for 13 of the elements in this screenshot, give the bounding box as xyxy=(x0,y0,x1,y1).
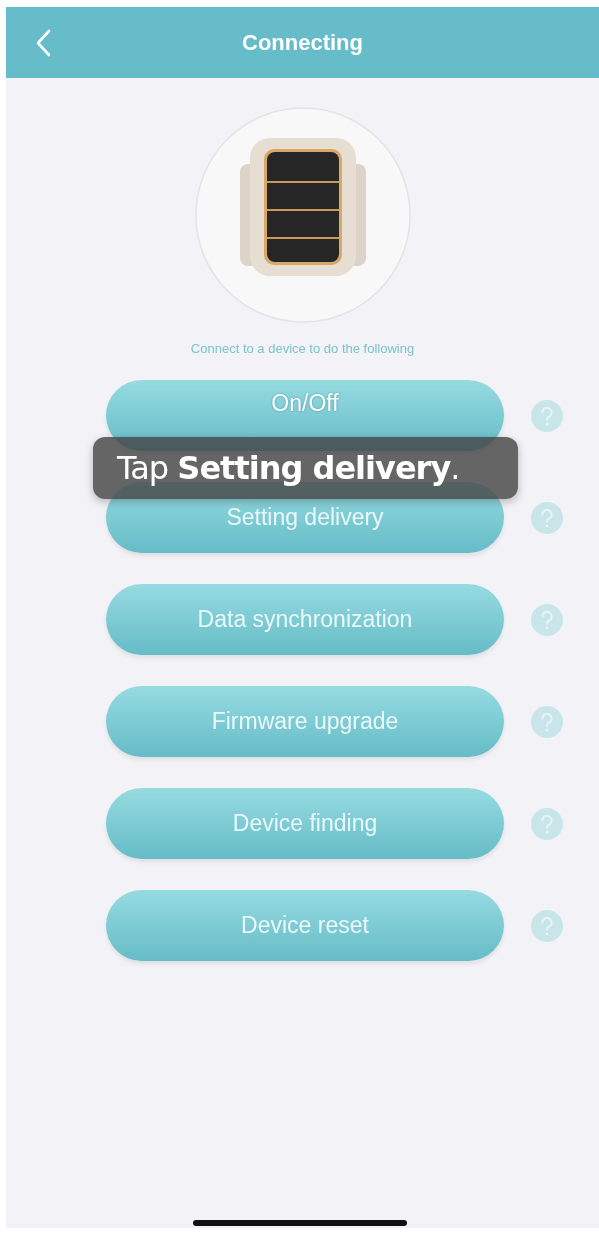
action-button[interactable]: Data synchronization xyxy=(106,584,504,655)
help-icon[interactable] xyxy=(531,705,563,738)
screen-title: Connecting xyxy=(242,29,363,56)
back-icon[interactable] xyxy=(35,29,51,57)
hint-text: Connect to a device to do the following xyxy=(190,341,415,356)
help-icon[interactable] xyxy=(531,909,563,942)
help-icon[interactable] xyxy=(531,501,563,534)
help-icon[interactable] xyxy=(531,399,563,432)
action-button[interactable]: Firmware upgrade xyxy=(106,686,504,757)
help-icon[interactable] xyxy=(531,807,563,840)
help-icon[interactable] xyxy=(531,603,563,636)
action-button[interactable]: Device finding xyxy=(106,788,504,859)
action-button[interactable]: Device reset xyxy=(106,890,504,961)
